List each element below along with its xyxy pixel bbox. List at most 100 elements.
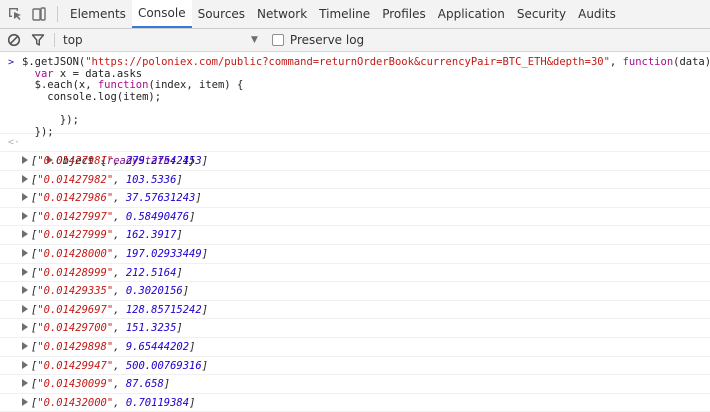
array-close-bracket: ]	[189, 396, 196, 409]
expand-triangle-icon[interactable]	[22, 230, 28, 239]
log-row[interactable]: ["0.01429947", 500.00769316]	[0, 357, 710, 376]
preserve-log-checkbox[interactable]	[271, 34, 284, 46]
log-amount: 9.65444202	[125, 340, 190, 353]
tab-application[interactable]: Application	[432, 0, 511, 28]
code-token: ,	[609, 56, 623, 68]
log-amount: 128.85715242	[125, 303, 202, 316]
log-amount: 151.3235	[125, 322, 177, 335]
array-close-bracket: ]	[201, 359, 209, 372]
log-row[interactable]: ["0.01430099", 87.658]	[0, 375, 710, 394]
code-token: (data){	[673, 56, 710, 68]
console-result-row[interactable]: <· Object {readyState: 1}	[0, 134, 710, 167]
toolbar-divider	[57, 6, 58, 22]
log-row[interactable]: ["0.01429700", 151.3235]	[0, 319, 710, 338]
array-comma: ,	[113, 173, 126, 186]
array-comma: ,	[113, 340, 126, 353]
code-keyword: function	[97, 79, 149, 92]
array-comma: ,	[113, 192, 126, 205]
array-comma: ,	[113, 266, 126, 279]
log-row[interactable]: ["0.01429335", 0.3020156]	[0, 282, 710, 301]
code-line-4: console.log(item);	[22, 90, 162, 103]
array-close-bracket: ]	[176, 173, 183, 186]
clear-console-icon[interactable]	[6, 32, 22, 48]
expand-triangle-icon[interactable]	[22, 174, 28, 183]
log-price: "0.01427982"	[37, 173, 114, 186]
console-filterbar: top ▼ Preserve log	[0, 29, 710, 52]
log-price: "0.01429700"	[37, 322, 114, 335]
result-arrow-icon: <·	[8, 137, 21, 148]
log-amount: 0.58490476	[125, 210, 190, 223]
inspect-element-icon[interactable]	[3, 0, 27, 28]
log-amount: 197.02933449	[125, 247, 202, 260]
expand-triangle-icon[interactable]	[22, 397, 28, 406]
device-mode-icon[interactable]	[27, 0, 51, 28]
code-token: $.getJSON(	[22, 56, 86, 68]
expand-triangle-icon[interactable]	[22, 248, 28, 257]
array-close-bracket: ]	[201, 247, 209, 260]
tab-profiles[interactable]: Profiles	[376, 0, 432, 28]
filter-divider	[54, 33, 55, 47]
log-row[interactable]: ["0.01429697", 128.85715242]	[0, 301, 710, 320]
expand-triangle-icon[interactable]	[22, 341, 28, 350]
chevron-down-icon[interactable]: ▼	[251, 35, 258, 45]
tab-audits[interactable]: Audits	[572, 0, 622, 28]
expand-triangle-icon[interactable]	[22, 267, 28, 276]
log-amount: 37.57631243	[125, 192, 196, 205]
expand-triangle-icon[interactable]	[22, 286, 28, 295]
log-amount: 103.5336	[125, 173, 177, 186]
array-close-bracket: ]	[163, 378, 171, 391]
log-row[interactable]: ["0.01429898", 9.65444202]	[0, 338, 710, 357]
tab-network[interactable]: Network	[251, 0, 313, 28]
code-keyword: function	[622, 56, 674, 68]
array-comma: ,	[113, 229, 126, 242]
log-price: "0.01429335"	[37, 285, 114, 298]
array-close-bracket: ]	[176, 266, 183, 279]
tab-console[interactable]: Console	[131, 0, 192, 28]
context-selector[interactable]: top	[61, 33, 251, 47]
expand-triangle-icon[interactable]	[22, 211, 28, 220]
expand-triangle-icon[interactable]	[22, 156, 28, 164]
log-amount: 162.3917	[125, 229, 177, 242]
console-output: > $.getJSON("https://poloniex.com/public…	[0, 53, 710, 412]
filter-icon[interactable]	[30, 32, 46, 48]
log-row[interactable]: ["0.01428999", 212.5164]	[0, 264, 710, 283]
expand-triangle-icon[interactable]	[22, 193, 28, 202]
expand-triangle-icon[interactable]	[22, 360, 28, 369]
log-price: "0.01427986"	[37, 192, 114, 205]
log-price: "0.01427999"	[37, 229, 114, 242]
tab-sources[interactable]: Sources	[192, 0, 251, 28]
log-row[interactable]: ["0.01427999", 162.3917]	[0, 226, 710, 245]
preserve-log-label[interactable]: Preserve log	[290, 33, 364, 47]
log-amount: 279.27542453	[125, 155, 202, 167]
log-row[interactable]: ["0.01427982", 103.5336]	[0, 171, 710, 190]
array-comma: ,	[113, 155, 126, 167]
tab-security[interactable]: Security	[511, 0, 572, 28]
array-close-bracket: ]	[201, 303, 209, 316]
code-url-string: "https://poloniex.com/public?command=ret…	[85, 56, 610, 68]
log-price: "0.01427997"	[37, 210, 114, 223]
log-price: "0.01427981"	[37, 155, 114, 167]
code-line-6: });	[22, 113, 79, 126]
console-log-list: ["0.01427981", 279.27542453] ["0.01427982…	[0, 152, 710, 412]
prompt-chevron-icon: >	[8, 57, 15, 68]
log-row[interactable]: ["0.01428000", 197.02933449]	[0, 245, 710, 264]
expand-triangle-icon[interactable]	[22, 304, 28, 313]
expand-triangle-icon[interactable]	[22, 379, 28, 388]
log-row[interactable]: ["0.01432000", 0.70119384]	[0, 394, 710, 412]
code-token: x = data.asks	[53, 67, 143, 80]
tab-elements[interactable]: Elements	[64, 0, 132, 28]
code-token: $.each(x,	[22, 79, 98, 92]
code-keyword: var	[22, 67, 54, 80]
tab-timeline[interactable]: Timeline	[313, 0, 376, 28]
log-row[interactable]: ["0.01427986", 37.57631243]	[0, 189, 710, 208]
array-comma: ,	[113, 303, 126, 316]
expand-triangle-icon[interactable]	[22, 323, 28, 332]
array-close-bracket: ]	[182, 285, 190, 298]
log-amount: 0.70119384	[125, 396, 190, 409]
array-comma: ,	[113, 322, 126, 335]
log-amount: 0.3020156	[125, 285, 183, 298]
devtools-tabbar: Elements Console Sources Network Timeline Pro…	[0, 0, 710, 29]
log-row[interactable]: ["0.01427997", 0.58490476]	[0, 208, 710, 227]
log-row[interactable]: ["0.01427981", 279.27542453]	[0, 152, 710, 171]
